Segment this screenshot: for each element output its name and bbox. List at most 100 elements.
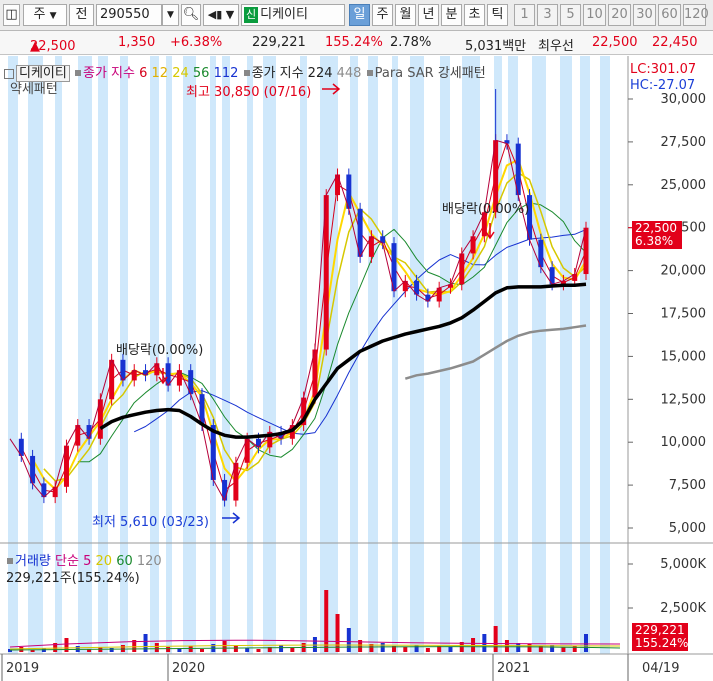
volume-bar <box>380 643 385 652</box>
legend-ma-24: 24 <box>172 66 189 81</box>
panel-icon[interactable]: ◫ <box>3 4 20 26</box>
day-band <box>320 56 338 654</box>
chart-canvas[interactable]: 30,00027,50025,00022,50020,00017,50015,0… <box>0 56 713 681</box>
interval-tab-5[interactable]: 5 <box>560 4 581 26</box>
volume-value: 229,221주(155.24%) <box>6 571 140 586</box>
interval-tab-3[interactable]: 3 <box>537 4 558 26</box>
price-tick-label: 12,500 <box>661 392 707 407</box>
volume-bar <box>425 648 430 652</box>
day-band <box>368 56 378 654</box>
legend-sar: Para SAR <box>374 66 434 81</box>
volume-bar <box>403 647 408 652</box>
volume-bar <box>584 634 588 652</box>
interval-tab-10[interactable]: 10 <box>583 4 606 26</box>
period-tab-6[interactable]: 틱 <box>487 4 508 26</box>
price-tick-label: 15,000 <box>661 349 707 364</box>
lc-readout: LC:301.07 <box>630 62 697 77</box>
code-dropdown-icon[interactable]: ▼ <box>162 4 179 26</box>
legend-ma2-label: 종가 지수 224 <box>251 66 333 81</box>
volume-bar <box>120 645 125 652</box>
volume-bar <box>166 647 171 652</box>
bid-price: 22,450 <box>652 35 698 50</box>
volume-bar <box>233 646 238 652</box>
volume-tick-label: 5,000K <box>660 557 706 572</box>
day-band <box>300 56 307 654</box>
time-tick-label: 2019 <box>6 661 39 676</box>
day-band <box>247 56 253 654</box>
price-tick-label: 25,000 <box>661 178 707 193</box>
legend-marker-icon <box>74 69 81 76</box>
chart-toolbar: ◫ 주 ▼ 전 290550 ▼ 🔍︎ ◀▮ ▼ 신 디케이티 일주월년분초틱 1… <box>0 0 713 31</box>
dividend-annotation-1: 배당락(0.00%) <box>116 343 204 358</box>
legend-ma-6: 6 <box>139 66 148 81</box>
volume: 229,221 <box>252 35 306 50</box>
best-quote-label: 최우선 <box>538 39 574 54</box>
interval-tab-1[interactable]: 1 <box>514 4 535 26</box>
stock-name-field[interactable]: 신 디케이티 <box>241 4 345 26</box>
ask-price: 22,500 <box>592 35 638 50</box>
price-tag-pct: 6.38% <box>635 234 674 248</box>
volume-tag: 229,221 155.24% <box>632 623 688 651</box>
period-tab-3[interactable]: 년 <box>418 4 439 26</box>
time-tick-label: 2021 <box>497 661 530 676</box>
volume-bar <box>279 645 284 652</box>
volume-bar <box>154 643 159 652</box>
period-tab-1[interactable]: 주 <box>372 4 393 26</box>
volume-bar <box>245 648 250 652</box>
high-annotation: 최고 30,850 (07/16) <box>186 85 312 100</box>
period-tab-0[interactable]: 일 <box>349 4 370 26</box>
volume-tick-label: 2,500K <box>660 601 706 616</box>
price-tick-label: 5,000 <box>669 521 706 536</box>
period-tab-5[interactable]: 초 <box>464 4 485 26</box>
volume-bar <box>312 637 317 652</box>
time-tick-label: 2020 <box>172 661 205 676</box>
price-tick-label: 20,000 <box>661 264 707 279</box>
volume-bar <box>516 643 521 652</box>
dividend-annotation-2: 배당락(0.00%) <box>442 202 530 217</box>
stock-code-input[interactable]: 290550 <box>96 4 162 26</box>
volume-tag-pct: 155.24% <box>635 636 689 650</box>
price-tick-label: 30,000 <box>661 92 707 107</box>
time-tick-label: 04/19 <box>642 661 679 676</box>
legend-ma-label: 종가 지수 <box>82 66 135 81</box>
legend-expand-icon[interactable] <box>4 68 14 79</box>
volume-bar <box>346 628 351 652</box>
volume-bar <box>200 649 204 652</box>
type-select-value: 주 <box>33 7 46 22</box>
type-select[interactable]: 주 ▼ <box>23 4 67 26</box>
price-legend: 디케이티 종가 지수 6 12 24 56 112 종가 지수 224 448 … <box>4 62 486 82</box>
day-band <box>392 56 398 654</box>
interval-tab-20[interactable]: 20 <box>608 4 631 26</box>
price-tick-label: 7,500 <box>669 478 706 493</box>
price-tick-label: 27,500 <box>661 135 707 150</box>
interval-tab-120[interactable]: 120 <box>683 4 709 26</box>
price-chart[interactable]: 30,000 27,500 25,000 22,500 20,000 17,500 15,0… <box>0 56 713 681</box>
sound-icon[interactable]: ◀▮ ▼ <box>203 4 239 26</box>
legend-pattern: 강세패턴 <box>437 66 486 81</box>
prev-button[interactable]: 전 <box>69 4 94 26</box>
day-band <box>222 56 230 654</box>
day-band <box>263 56 276 654</box>
trade-amount: 5,031백만 <box>465 39 527 54</box>
interval-tab-60[interactable]: 60 <box>658 4 681 26</box>
low-annotation: 최저 5,610 (03/23) <box>92 515 210 530</box>
day-band <box>440 56 450 654</box>
legend-marker-icon <box>366 69 373 76</box>
legend-marker-icon <box>243 69 250 76</box>
legend-ma-56: 56 <box>192 66 210 81</box>
price-tick-label: 10,000 <box>661 435 707 450</box>
volume-bar <box>324 590 329 652</box>
quote-bar: 22,500 ▲ 1,350 +6.38% 229,221 155.24% 2.… <box>0 31 713 55</box>
period-tab-4[interactable]: 분 <box>441 4 462 26</box>
search-icon[interactable]: 🔍︎ <box>181 4 201 26</box>
new-listing-badge: 신 <box>244 7 259 23</box>
day-band <box>462 56 480 654</box>
stock-name: 디케이티 <box>260 7 308 22</box>
volume-bar <box>290 648 295 652</box>
day-band <box>210 56 216 654</box>
interval-tab-30[interactable]: 30 <box>633 4 656 26</box>
volume-bar <box>335 614 340 652</box>
volume-bar <box>414 645 419 652</box>
legend-ma2-448: 448 <box>336 66 362 81</box>
period-tab-2[interactable]: 월 <box>395 4 416 26</box>
